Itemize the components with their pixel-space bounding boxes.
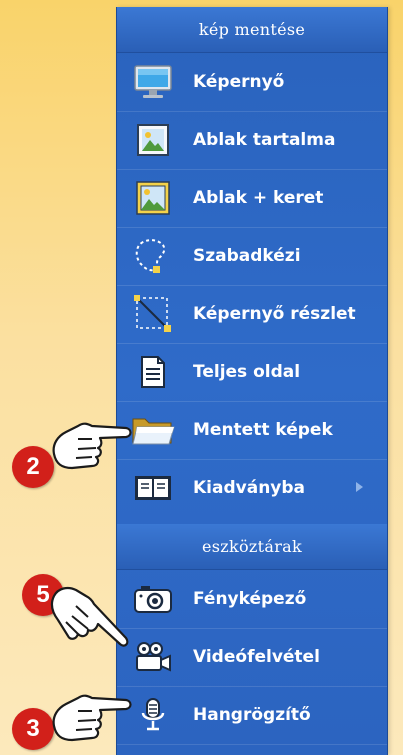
submenu-arrow-icon bbox=[356, 482, 363, 492]
menu-item-label: Teljes oldal bbox=[193, 362, 301, 382]
pointing-hand-icon bbox=[50, 586, 129, 647]
menu-item-freehand[interactable]: Szabadkézi bbox=[117, 227, 387, 286]
full-page-icon bbox=[131, 352, 175, 392]
menu-item-label: Ablak tartalma bbox=[193, 130, 336, 150]
region-select-icon bbox=[131, 294, 175, 334]
menu-item-window-content[interactable]: Ablak tartalma bbox=[117, 111, 387, 170]
menu-item-label: Videófelvétel bbox=[193, 647, 320, 667]
menu-item-audio-recorder[interactable]: Hangrögzítő bbox=[117, 686, 387, 745]
menu-item-label: Képernyő bbox=[193, 72, 285, 92]
menu-item-label: Fényképező bbox=[193, 589, 307, 609]
menu-item-label: Kiadványba bbox=[193, 478, 306, 498]
menu-item-label: Mentett képek bbox=[193, 420, 333, 440]
menu-item-full-page[interactable]: Teljes oldal bbox=[117, 343, 387, 402]
window-frame-icon bbox=[131, 178, 175, 218]
menu-item-camera[interactable]: Fényképező bbox=[117, 570, 387, 629]
freehand-lasso-icon bbox=[131, 236, 175, 276]
window-content-icon bbox=[131, 120, 175, 160]
pointing-hand-icon bbox=[52, 694, 132, 742]
section-header-toolbars: eszköztárak bbox=[117, 524, 387, 570]
menu-item-video[interactable]: Videófelvétel bbox=[117, 628, 387, 687]
menu-item-screen[interactable]: Képernyő bbox=[117, 53, 387, 112]
menu-item-window-frame[interactable]: Ablak + keret bbox=[117, 169, 387, 228]
monitor-icon bbox=[131, 62, 175, 102]
menu-item-saved-images[interactable]: Mentett képek bbox=[117, 401, 387, 460]
microphone-icon bbox=[131, 695, 175, 735]
folder-icon bbox=[131, 410, 175, 450]
camera-icon bbox=[131, 579, 175, 619]
section-header-save: kép mentése bbox=[117, 7, 387, 53]
capture-menu: kép mentése Képernyő Ablak tartalma Abla… bbox=[116, 7, 388, 755]
menu-item-label: Hangrögzítő bbox=[193, 705, 311, 725]
menu-item-label: Képernyő részlet bbox=[193, 304, 356, 324]
menu-item-region[interactable]: Képernyő részlet bbox=[117, 285, 387, 344]
menu-item-label: Ablak + keret bbox=[193, 188, 324, 208]
menu-item-label: Szabadkézi bbox=[193, 246, 301, 266]
video-camera-icon bbox=[131, 637, 175, 677]
book-icon bbox=[131, 468, 175, 508]
menu-item-publication[interactable]: Kiadványba bbox=[117, 459, 387, 517]
pointing-hand-icon bbox=[52, 422, 132, 470]
